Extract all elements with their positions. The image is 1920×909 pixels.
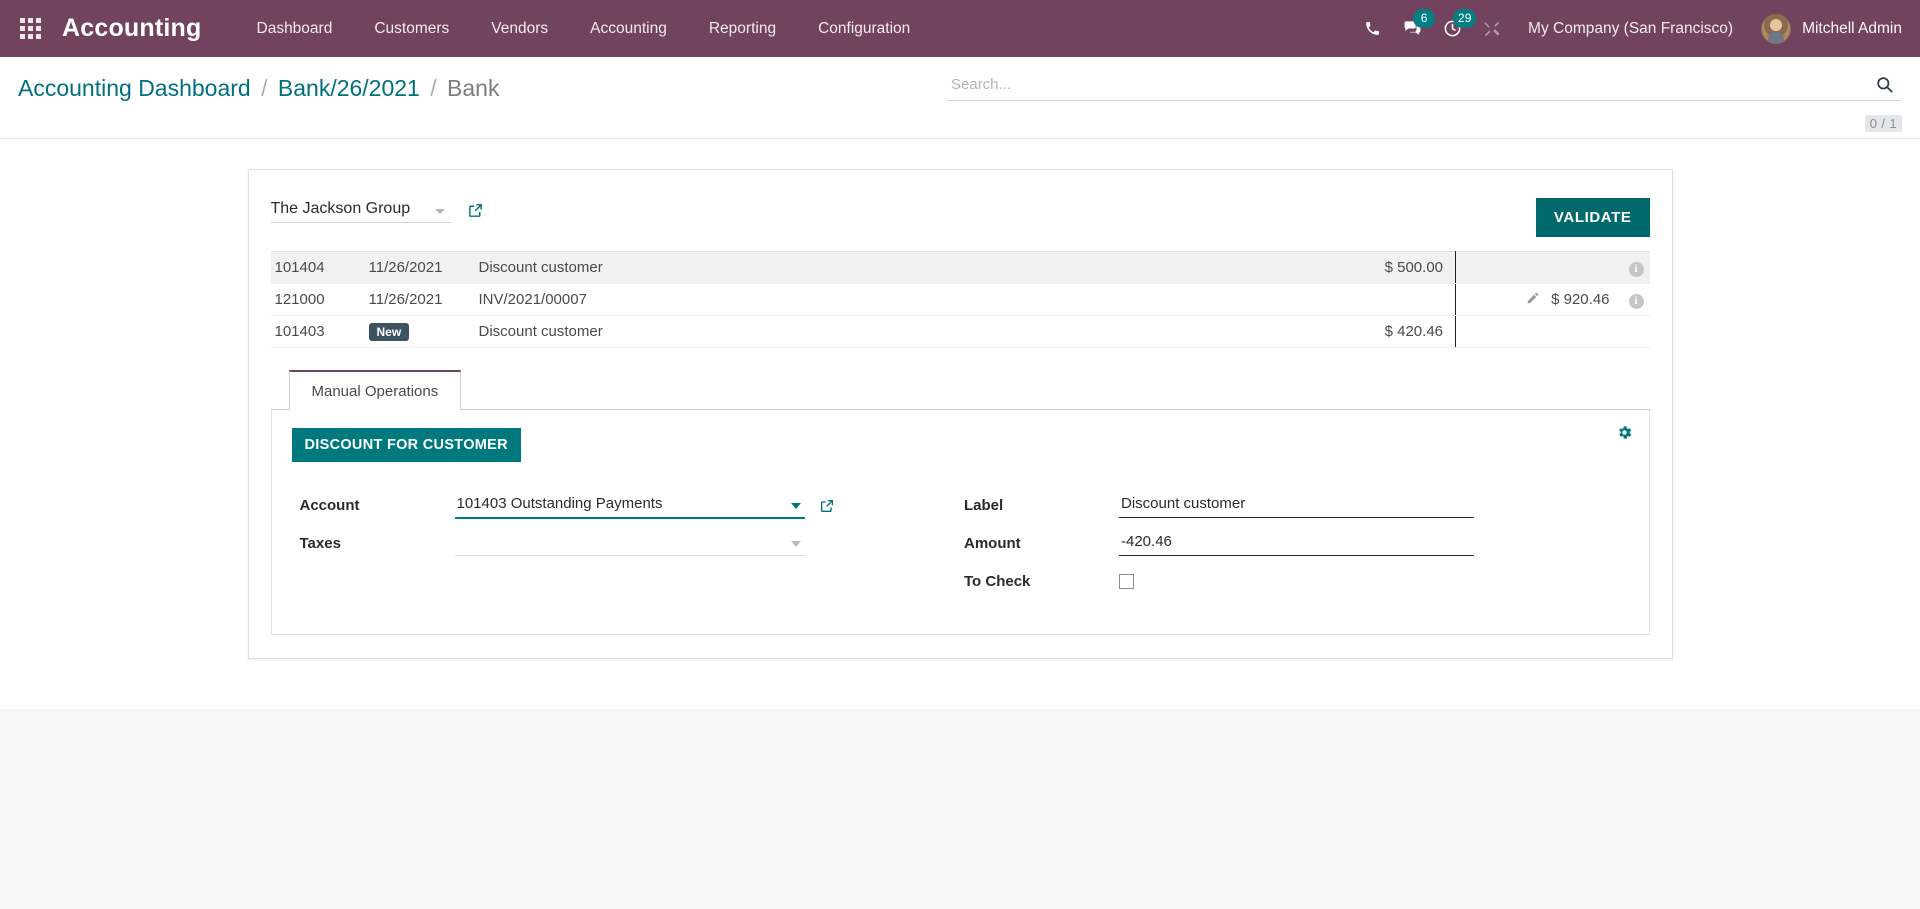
line-info-cell: i xyxy=(1615,283,1650,316)
notebook: Manual Operations DISCOUNT FOR CUSTOMER … xyxy=(270,370,1650,635)
edit-pencil-icon[interactable] xyxy=(1526,292,1544,309)
line-debit xyxy=(1295,283,1456,316)
pager[interactable]: 0 / 1 xyxy=(1864,115,1902,132)
field-label-row: Label xyxy=(964,492,1629,522)
discount-for-customer-button[interactable]: DISCOUNT FOR CUSTOMER xyxy=(291,428,521,462)
taxes-label: Taxes xyxy=(299,535,341,552)
main-menu: Dashboard Customers Vendors Accounting R… xyxy=(236,0,932,57)
sheet-header: The Jackson Group VALIDATE xyxy=(270,198,1650,251)
apps-grid-icon[interactable] xyxy=(8,7,52,51)
field-account-row: Account xyxy=(300,492,965,522)
account-input[interactable] xyxy=(454,492,805,519)
search-view xyxy=(947,69,1902,101)
menu-item-accounting[interactable]: Accounting xyxy=(569,0,688,57)
to-check-checkbox[interactable] xyxy=(1119,574,1134,589)
table-row[interactable]: 101403 New Discount customer $ 420.46 xyxy=(270,315,1650,348)
field-to-check-row: To Check xyxy=(964,568,1629,598)
table-row[interactable]: 101404 11/26/2021 Discount customer $ 50… xyxy=(270,251,1650,284)
line-debit: $ 420.46 xyxy=(1295,315,1456,348)
field-taxes-row: Taxes xyxy=(300,530,965,560)
line-account-code: 121000 xyxy=(270,283,363,316)
breadcrumb-separator: / xyxy=(261,75,268,101)
phone-icon[interactable] xyxy=(1352,0,1392,57)
messages-icon[interactable]: 6 xyxy=(1392,0,1436,57)
taxes-input[interactable] xyxy=(454,530,805,556)
notebook-tabs: Manual Operations xyxy=(270,370,1650,410)
line-date: 11/26/2021 xyxy=(362,283,473,316)
line-credit-cell: $ 920.46 xyxy=(1455,283,1616,316)
avatar xyxy=(1761,13,1792,44)
breadcrumb-item-bank: Bank xyxy=(447,75,500,101)
account-external-link-icon[interactable] xyxy=(819,498,835,514)
menu-item-customers[interactable]: Customers xyxy=(353,0,470,57)
page-background-bottom xyxy=(0,709,1920,909)
menu-item-reporting[interactable]: Reporting xyxy=(688,0,797,57)
line-label-label: Label xyxy=(964,497,1004,514)
partner-external-link-icon[interactable] xyxy=(467,202,484,219)
label-input[interactable] xyxy=(1119,492,1474,518)
line-label: Discount customer xyxy=(472,251,1296,284)
line-debit: $ 500.00 xyxy=(1295,251,1456,284)
form-column-left: Account 101403 Outstanding Payments Taxe… xyxy=(300,492,965,606)
line-info-cell: i xyxy=(1615,251,1650,284)
info-icon[interactable]: i xyxy=(1628,261,1644,277)
validate-button[interactable]: VALIDATE xyxy=(1535,198,1650,237)
field-amount-row: Amount xyxy=(964,530,1629,560)
breadcrumb-separator: / xyxy=(430,75,437,101)
amount-label: Amount xyxy=(964,535,1021,552)
partner-field: The Jackson Group xyxy=(270,198,484,223)
activities-clock-icon[interactable]: 29 xyxy=(1432,0,1477,57)
user-name-label: Mitchell Admin xyxy=(1802,19,1902,37)
main-content-area: The Jackson Group VALIDATE 101404 11/26/… xyxy=(0,139,1920,709)
line-credit xyxy=(1455,315,1616,348)
table-row[interactable]: 121000 11/26/2021 INV/2021/00007 $ 920.4… xyxy=(270,283,1650,316)
gear-icon[interactable] xyxy=(1616,424,1633,441)
app-brand-title[interactable]: Accounting xyxy=(62,14,202,43)
menu-item-configuration[interactable]: Configuration xyxy=(797,0,931,57)
line-credit xyxy=(1455,251,1616,284)
debug-tools-icon[interactable] xyxy=(1472,0,1512,57)
company-switcher[interactable]: My Company (San Francisco) xyxy=(1512,20,1749,38)
line-label: INV/2021/00007 xyxy=(472,283,1296,316)
breadcrumb-item-bank-26-2021[interactable]: Bank/26/2021 xyxy=(278,75,420,101)
line-info-cell xyxy=(1615,315,1650,348)
status-badge: New xyxy=(368,322,410,341)
navbar-systray: 6 29 My Company (San Francisco) Mitchell… xyxy=(1352,0,1902,57)
user-menu[interactable]: Mitchell Admin xyxy=(1749,13,1902,44)
top-navbar: Accounting Dashboard Customers Vendors A… xyxy=(0,0,1920,57)
control-panel: Accounting Dashboard / Bank/26/2021 / Ba… xyxy=(0,57,1920,139)
breadcrumb-item-accounting-dashboard[interactable]: Accounting Dashboard xyxy=(18,75,251,101)
control-panel-right: 0 / 1 xyxy=(947,69,1902,132)
line-label: Discount customer xyxy=(472,315,1296,348)
reconciliation-sheet: The Jackson Group VALIDATE 101404 11/26/… xyxy=(247,169,1673,659)
reconciliation-lines-table: 101404 11/26/2021 Discount customer $ 50… xyxy=(270,251,1650,348)
magnifier-icon[interactable] xyxy=(1871,75,1898,94)
form-column-right: Label Amount To Check xyxy=(964,492,1629,606)
to-check-label: To Check xyxy=(964,573,1031,590)
account-label: Account xyxy=(299,497,360,514)
amount-input[interactable] xyxy=(1119,530,1474,556)
info-icon[interactable]: i xyxy=(1628,293,1644,309)
menu-item-vendors[interactable]: Vendors xyxy=(470,0,569,57)
manual-operation-form: Account 101403 Outstanding Payments Taxe… xyxy=(292,492,1629,606)
notebook-page-manual-operations: DISCOUNT FOR CUSTOMER Account 101403 Out… xyxy=(270,410,1650,635)
tab-manual-operations[interactable]: Manual Operations xyxy=(288,370,462,410)
breadcrumb: Accounting Dashboard / Bank/26/2021 / Ba… xyxy=(18,69,499,102)
line-new-badge-cell: New xyxy=(362,315,473,348)
line-credit: $ 920.46 xyxy=(1551,290,1610,308)
line-account-code: 101404 xyxy=(270,251,363,284)
partner-select[interactable]: The Jackson Group xyxy=(270,198,451,223)
search-input[interactable] xyxy=(951,76,1871,93)
menu-item-dashboard[interactable]: Dashboard xyxy=(236,0,354,57)
line-date: 11/26/2021 xyxy=(362,251,473,284)
line-account-code: 101403 xyxy=(270,315,363,348)
